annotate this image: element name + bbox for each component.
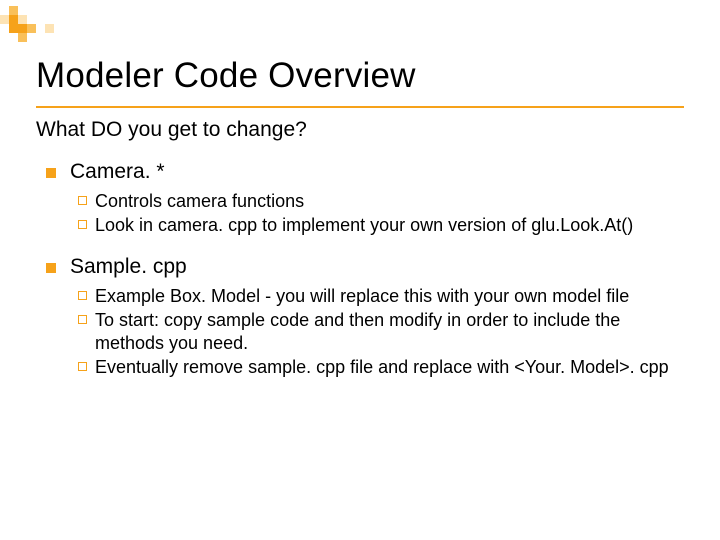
sub-item: To start: copy sample code and then modi…: [78, 309, 684, 355]
sub-item: Look in camera. cpp to implement your ow…: [78, 214, 684, 237]
sub-item: Example Box. Model - you will replace th…: [78, 285, 684, 308]
open-square-bullet-icon: [78, 362, 87, 371]
slide-subtitle: What DO you get to change?: [36, 118, 684, 142]
list-item-title: Sample. cpp: [70, 255, 684, 279]
sub-item: Controls camera functions: [78, 190, 684, 213]
sub-list: Controls camera functions Look in camera…: [70, 190, 684, 237]
sub-item-text: Example Box. Model - you will replace th…: [95, 285, 684, 308]
sub-item-text: To start: copy sample code and then modi…: [95, 309, 684, 355]
open-square-bullet-icon: [78, 291, 87, 300]
open-square-bullet-icon: [78, 196, 87, 205]
sub-item-text: Look in camera. cpp to implement your ow…: [95, 214, 684, 237]
corner-decoration: [0, 6, 54, 42]
sub-item-text: Eventually remove sample. cpp file and r…: [95, 356, 684, 379]
title-rule: [36, 106, 684, 108]
open-square-bullet-icon: [78, 220, 87, 229]
list-item: Camera. * Controls camera functions Look…: [46, 160, 684, 251]
list-item: Sample. cpp Example Box. Model - you wil…: [46, 255, 684, 393]
square-bullet-icon: [46, 168, 56, 178]
sub-item-text: Controls camera functions: [95, 190, 684, 213]
list-item-title: Camera. *: [70, 160, 684, 184]
sub-list: Example Box. Model - you will replace th…: [70, 285, 684, 379]
slide-content: Modeler Code Overview What DO you get to…: [0, 0, 720, 393]
sub-item: Eventually remove sample. cpp file and r…: [78, 356, 684, 379]
slide-title: Modeler Code Overview: [36, 56, 684, 96]
open-square-bullet-icon: [78, 315, 87, 324]
main-list: Camera. * Controls camera functions Look…: [36, 160, 684, 393]
square-bullet-icon: [46, 263, 56, 273]
